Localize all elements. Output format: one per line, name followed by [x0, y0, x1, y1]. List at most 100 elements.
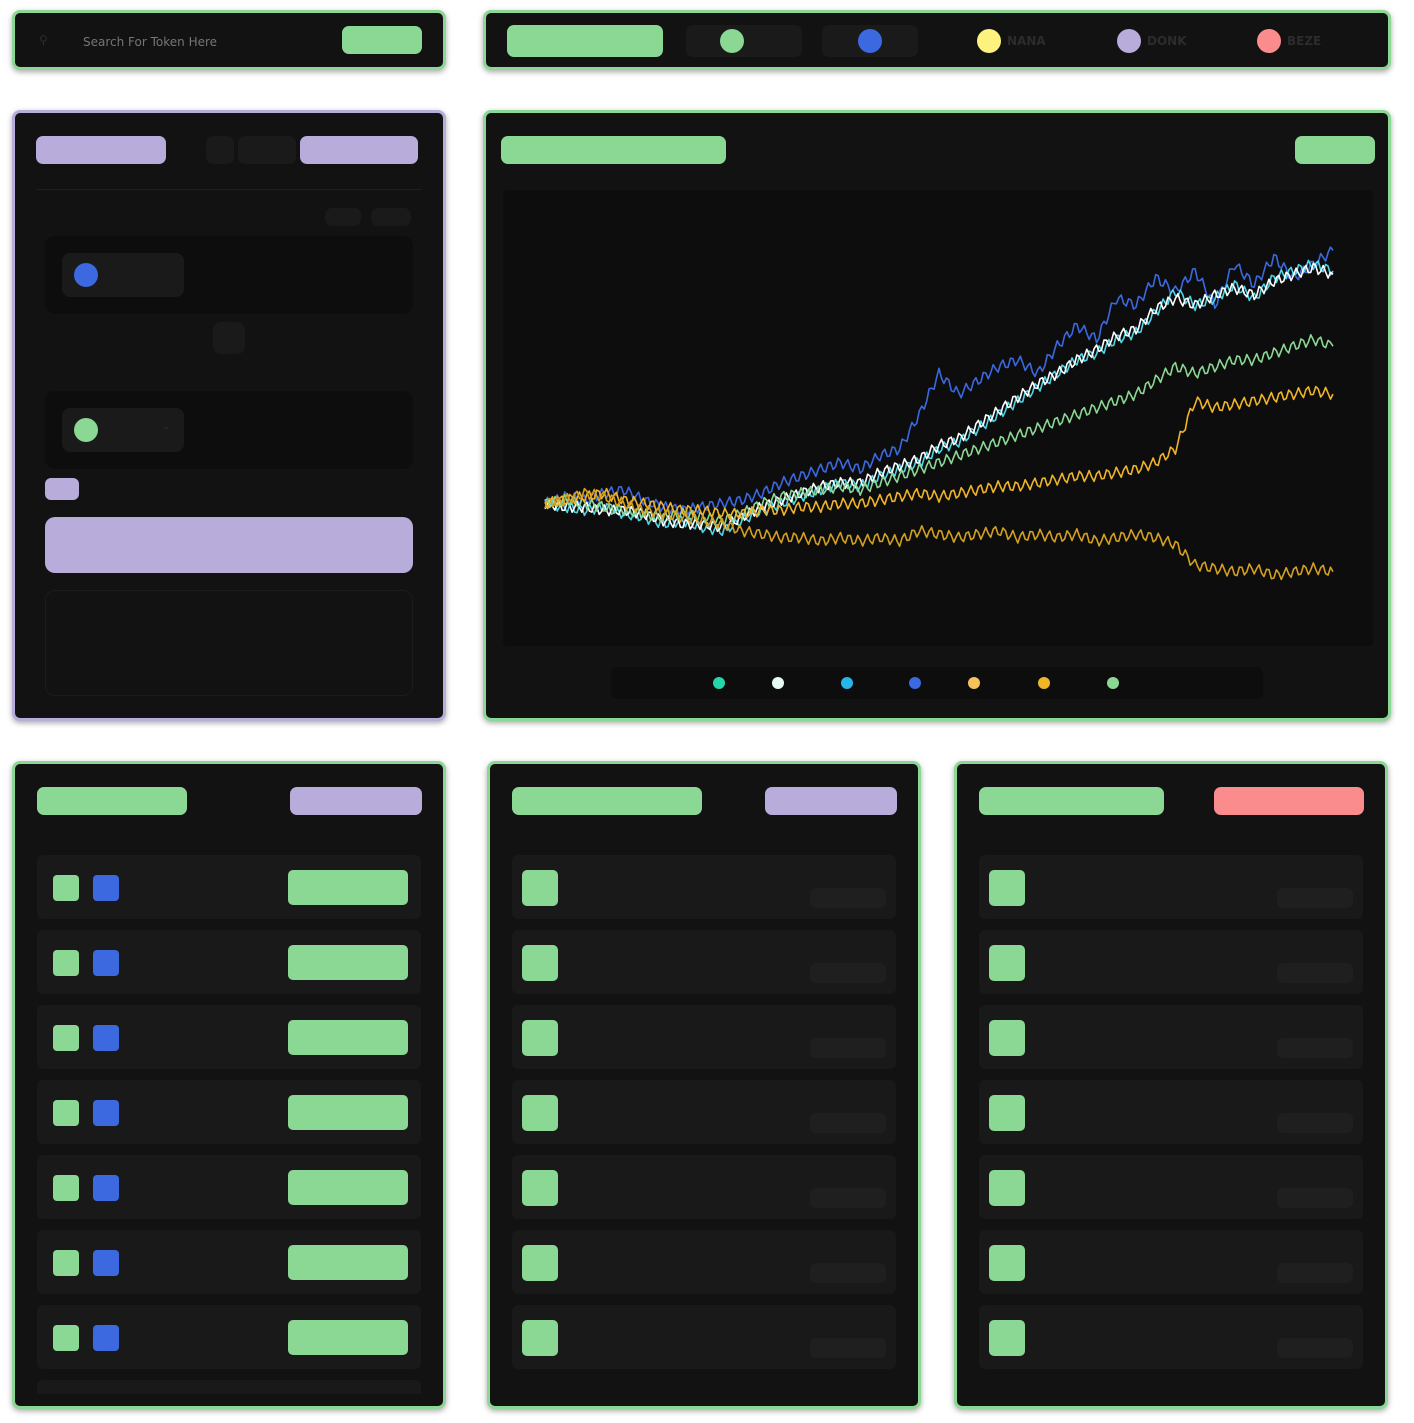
chevron-down-icon: ⌄: [162, 421, 171, 432]
swap-submit-button[interactable]: [45, 517, 413, 573]
ticker-symbol: DONK: [1147, 34, 1187, 48]
holder-amount: [288, 1095, 408, 1130]
table-row[interactable]: [37, 1230, 421, 1294]
swap-title: [36, 136, 166, 164]
table-row[interactable]: [979, 1305, 1363, 1369]
tab-market[interactable]: [206, 136, 234, 164]
ticker-item-5[interactable]: BEZE: [1232, 25, 1342, 57]
token-icon: [858, 29, 882, 53]
wallet-icon: [93, 1175, 119, 1201]
rank-badge: [53, 1025, 79, 1051]
settings-chip[interactable]: [371, 208, 411, 226]
table-row[interactable]: [512, 855, 896, 919]
ticker-symbol: NANA: [1007, 34, 1046, 48]
table-row[interactable]: [37, 1005, 421, 1069]
row-value: [1277, 1188, 1353, 1208]
table-row[interactable]: [37, 1080, 421, 1144]
table-row[interactable]: [37, 930, 421, 994]
token-badge: [522, 1020, 558, 1056]
row-value: [810, 1338, 886, 1358]
holders-title: [37, 787, 187, 815]
to-token-select[interactable]: ⌄: [62, 408, 184, 452]
token-badge: [989, 945, 1025, 981]
row-value: [810, 963, 886, 983]
table-row[interactable]: [979, 855, 1363, 919]
row-value: [810, 1038, 886, 1058]
legend-dot-4[interactable]: [968, 677, 980, 689]
series-line-3: [544, 334, 1334, 526]
slippage-chip[interactable]: [325, 208, 361, 226]
tab-active[interactable]: [300, 136, 418, 164]
holder-amount: [288, 870, 408, 905]
ticker-item-2[interactable]: [822, 25, 918, 57]
search-icon: ⚲: [39, 33, 48, 47]
swap-direction-button[interactable]: [213, 322, 245, 354]
tab-limit[interactable]: [238, 136, 296, 164]
table-row[interactable]: [37, 1305, 421, 1369]
holders-filter-button[interactable]: [290, 787, 422, 815]
table-row[interactable]: [979, 1230, 1363, 1294]
wallet-icon: [93, 1250, 119, 1276]
trades-filter-button[interactable]: [765, 787, 897, 815]
timeframe-button[interactable]: [1295, 136, 1375, 164]
legend-dot-3[interactable]: [909, 677, 921, 689]
legend-dot-1[interactable]: [772, 677, 784, 689]
search-button[interactable]: [342, 26, 422, 54]
wallet-icon: [93, 1100, 119, 1126]
legend-dot-0[interactable]: [713, 677, 725, 689]
legend-dot-6[interactable]: [1107, 677, 1119, 689]
table-row[interactable]: [37, 1380, 421, 1394]
token-badge: [522, 870, 558, 906]
row-value: [810, 1113, 886, 1133]
wallet-icon: [93, 950, 119, 976]
chart-area: [503, 190, 1373, 646]
from-token-icon: [74, 263, 98, 287]
table-row[interactable]: [512, 930, 896, 994]
holder-amount: [288, 1245, 408, 1280]
table-row[interactable]: [512, 1080, 896, 1144]
table-row[interactable]: [979, 1155, 1363, 1219]
from-token-select[interactable]: [62, 253, 184, 297]
table-row[interactable]: [979, 1005, 1363, 1069]
ticker-item-3[interactable]: NANA: [952, 25, 1062, 57]
legend-dot-2[interactable]: [841, 677, 853, 689]
table-row[interactable]: [512, 1005, 896, 1069]
table-row[interactable]: [979, 1080, 1363, 1144]
token-badge: [522, 1170, 558, 1206]
ticker-item-4[interactable]: DONK: [1092, 25, 1202, 57]
wallet-icon: [93, 1325, 119, 1351]
series-line-1: [544, 259, 1334, 537]
wallet-icon: [93, 875, 119, 901]
token-badge: [989, 870, 1025, 906]
row-value: [1277, 1338, 1353, 1358]
rank-badge: [53, 1100, 79, 1126]
table-row[interactable]: [512, 1305, 896, 1369]
row-value: [1277, 888, 1353, 908]
token-badge: [989, 1170, 1025, 1206]
table-row[interactable]: [37, 1155, 421, 1219]
holders-panel: [12, 761, 446, 1409]
ticker-item-1[interactable]: [686, 25, 802, 57]
alerts-title: [979, 787, 1164, 815]
table-row[interactable]: [512, 1230, 896, 1294]
token-badge: [989, 1095, 1025, 1131]
table-row[interactable]: [37, 855, 421, 919]
divider: [36, 189, 422, 190]
swap-panel: ⌄: [12, 110, 446, 721]
holder-amount: [288, 1170, 408, 1205]
search-input[interactable]: [81, 31, 325, 53]
balance-badge: [45, 478, 79, 500]
legend-dot-5[interactable]: [1038, 677, 1050, 689]
table-row[interactable]: [512, 1155, 896, 1219]
holder-amount: [288, 1320, 408, 1355]
chart-panel: [483, 110, 1391, 721]
alerts-panel: [954, 761, 1388, 1409]
rank-badge: [53, 875, 79, 901]
token-badge: [989, 1320, 1025, 1356]
alerts-filter-button[interactable]: [1214, 787, 1364, 815]
rank-badge: [53, 1175, 79, 1201]
to-token-box[interactable]: ⌄: [45, 391, 413, 469]
row-value: [810, 888, 886, 908]
from-token-box[interactable]: [45, 236, 413, 314]
table-row[interactable]: [979, 930, 1363, 994]
